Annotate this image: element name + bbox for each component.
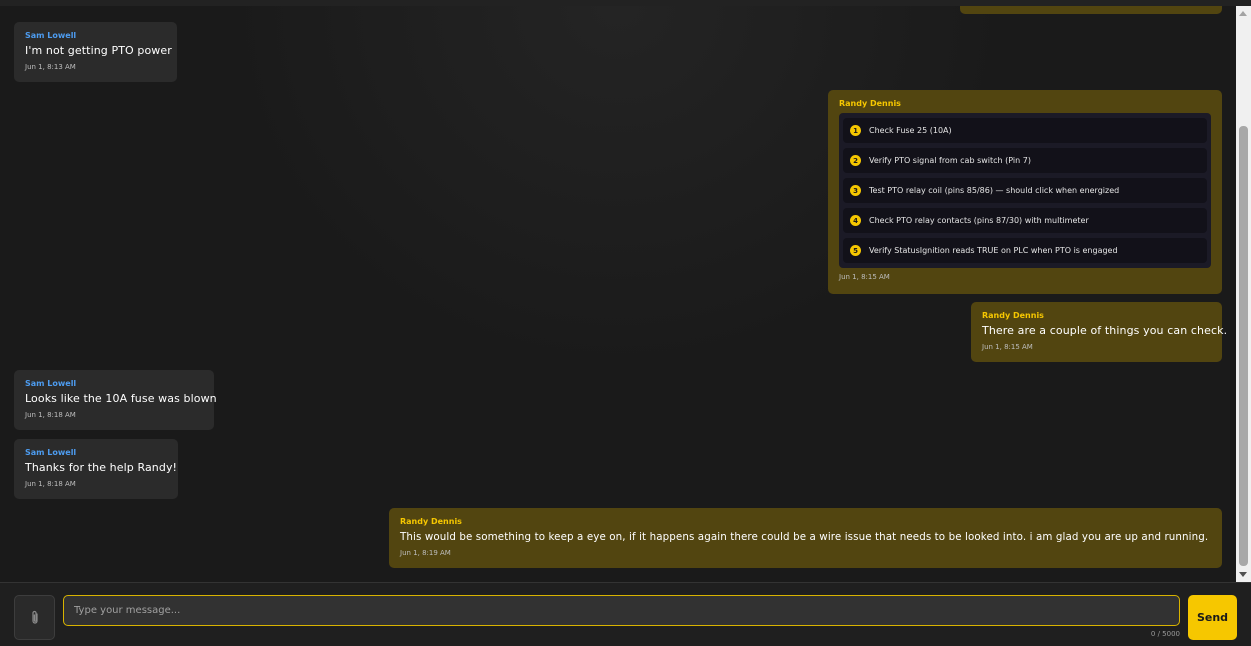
message-sender: Randy Dennis: [400, 517, 462, 526]
checklist-item-text: Verify PTO signal from cab switch (Pin 7…: [869, 156, 1031, 165]
message-sender: Sam Lowell: [25, 31, 77, 40]
message-text: There are a couple of things you can che…: [982, 324, 1228, 337]
step-number-badge: 4: [850, 215, 861, 226]
message-sender: Randy Dennis: [839, 99, 901, 108]
scroll-down-arrow-icon[interactable]: [1239, 572, 1247, 577]
message-incoming: Sam Lowell Thanks for the help Randy! Ju…: [14, 439, 178, 499]
message-text: This would be something to keep a eye on…: [400, 531, 1209, 543]
attach-button[interactable]: [14, 595, 55, 640]
message-text: I'm not getting PTO power: [25, 44, 172, 57]
checklist: 1 Check Fuse 25 (10A) 2 Verify PTO signa…: [839, 113, 1211, 268]
message-composer: 0 / 5000 Send: [0, 582, 1251, 646]
message-outgoing: Randy Dennis This would be something to …: [389, 508, 1222, 568]
send-button[interactable]: Send: [1188, 595, 1237, 640]
message-sender: Randy Dennis: [982, 311, 1044, 320]
message-incoming: Sam Lowell I'm not getting PTO power Jun…: [14, 22, 177, 82]
message-list[interactable]: Sam Lowell I'm not getting PTO power Jun…: [0, 6, 1236, 582]
paperclip-icon: [31, 610, 38, 624]
message-outgoing: Randy Dennis There are a couple of thing…: [971, 302, 1228, 362]
step-number-badge: 3: [850, 185, 861, 196]
checklist-item: 1 Check Fuse 25 (10A): [843, 118, 1207, 143]
step-number-badge: 5: [850, 245, 861, 256]
step-number-badge: 2: [850, 155, 861, 166]
message-bubble-partial: [960, 6, 1222, 14]
checklist-item-text: Test PTO relay coil (pins 85/86) — shoul…: [869, 186, 1120, 195]
chat-scrollbar[interactable]: [1236, 6, 1251, 582]
message-timestamp: Jun 1, 8:18 AM: [25, 480, 76, 488]
message-incoming: Sam Lowell Looks like the 10A fuse was b…: [14, 370, 217, 430]
checklist-item: 3 Test PTO relay coil (pins 85/86) — sho…: [843, 178, 1207, 203]
step-number-badge: 1: [850, 125, 861, 136]
checklist-item: 5 Verify StatusIgnition reads TRUE on PL…: [843, 238, 1207, 263]
message-timestamp: Jun 1, 8:19 AM: [400, 549, 451, 557]
scroll-up-arrow-icon[interactable]: [1239, 11, 1247, 16]
message-input[interactable]: [63, 595, 1180, 626]
message-sender: Sam Lowell: [25, 448, 77, 457]
message-text: Thanks for the help Randy!: [25, 461, 178, 474]
checklist-item: 4 Check PTO relay contacts (pins 87/30) …: [843, 208, 1207, 233]
message-timestamp: Jun 1, 8:15 AM: [982, 343, 1033, 351]
message-timestamp: Jun 1, 8:15 AM: [839, 273, 890, 281]
message-timestamp: Jun 1, 8:13 AM: [25, 63, 76, 71]
checklist-item-text: Verify StatusIgnition reads TRUE on PLC …: [869, 246, 1118, 255]
checklist-item-text: Check Fuse 25 (10A): [869, 126, 952, 135]
message-timestamp: Jun 1, 8:18 AM: [25, 411, 76, 419]
message-outgoing-checklist: Randy Dennis 1 Check Fuse 25 (10A) 2 Ver…: [828, 90, 1222, 294]
message-sender: Sam Lowell: [25, 379, 77, 388]
scrollbar-thumb[interactable]: [1239, 126, 1248, 566]
message-text: Looks like the 10A fuse was blown: [25, 392, 217, 405]
checklist-item: 2 Verify PTO signal from cab switch (Pin…: [843, 148, 1207, 173]
character-counter: 0 / 5000: [1150, 630, 1180, 638]
checklist-item-text: Check PTO relay contacts (pins 87/30) wi…: [869, 216, 1089, 225]
